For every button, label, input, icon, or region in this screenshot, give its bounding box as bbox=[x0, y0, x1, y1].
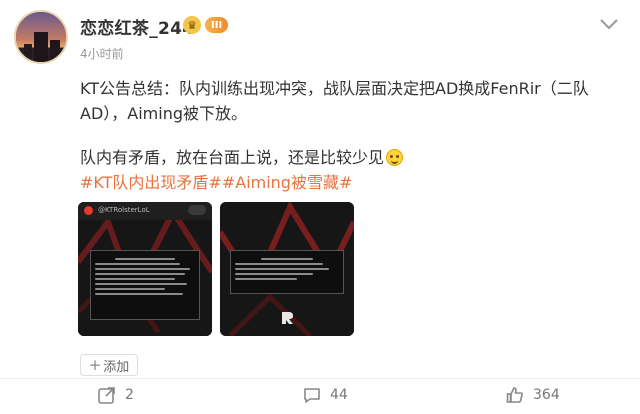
comment-count: 44 bbox=[330, 387, 348, 403]
comment-button[interactable]: 44 bbox=[302, 384, 348, 406]
avatar-building bbox=[24, 44, 32, 62]
author-name[interactable]: 恋恋红茶_244 bbox=[80, 14, 194, 39]
chevron-down-icon bbox=[600, 19, 618, 30]
follow-pill bbox=[188, 205, 206, 215]
more-icon[interactable] bbox=[598, 16, 620, 30]
post-image-2[interactable] bbox=[220, 202, 354, 336]
author-badges: ♛ III bbox=[183, 16, 229, 34]
repost-button[interactable]: 2 bbox=[97, 384, 134, 406]
post-paragraph: KT公告总结：队内训练出现冲突，战队层面决定把AD换成FenRir（二队AD），… bbox=[80, 79, 589, 123]
post-paragraph: 队内有矛盾，放在台面上说，还是比较少见 bbox=[80, 145, 628, 170]
level-badge[interactable]: III bbox=[205, 17, 229, 33]
avatar-building bbox=[34, 32, 48, 62]
plus-icon: + bbox=[88, 355, 102, 374]
post-timestamp[interactable]: 4小时前 bbox=[80, 45, 124, 62]
notice-text-block bbox=[90, 250, 200, 320]
avatar[interactable] bbox=[14, 10, 68, 64]
notice-text-block bbox=[230, 250, 344, 294]
like-button[interactable]: 364 bbox=[505, 384, 560, 406]
emoji-icon bbox=[386, 149, 404, 166]
r-logo-icon bbox=[282, 312, 293, 324]
divider bbox=[0, 378, 640, 379]
post-paragraph-text: 队内有矛盾，放在台面上说，还是比较少见 bbox=[80, 148, 385, 167]
like-icon bbox=[506, 387, 523, 403]
weibo-post: 恋恋红茶_244 ♛ III 4小时前 KT公告总结：队内训练出现冲突，战队层面… bbox=[0, 0, 640, 414]
add-button-label: 添加 bbox=[103, 359, 130, 375]
kt-logo-icon bbox=[84, 206, 93, 215]
avatar-building bbox=[50, 40, 60, 62]
image-header: @KTRolsterLoL bbox=[78, 202, 212, 220]
post-content: KT公告总结：队内训练出现冲突，战队层面决定把AD换成FenRir（二队AD），… bbox=[80, 76, 628, 195]
repost-icon bbox=[98, 387, 115, 404]
like-count: 364 bbox=[533, 387, 560, 403]
post-hashtags[interactable]: #KT队内出现矛盾##Aiming被雪藏# bbox=[80, 170, 628, 195]
image-handle: @KTRolsterLoL bbox=[98, 206, 150, 214]
repost-count: 2 bbox=[125, 387, 134, 403]
comment-icon bbox=[304, 388, 320, 403]
add-button[interactable]: + 添加 bbox=[80, 354, 138, 376]
vip-icon[interactable]: ♛ bbox=[183, 16, 201, 34]
post-image-1[interactable]: @KTRolsterLoL bbox=[78, 202, 212, 336]
